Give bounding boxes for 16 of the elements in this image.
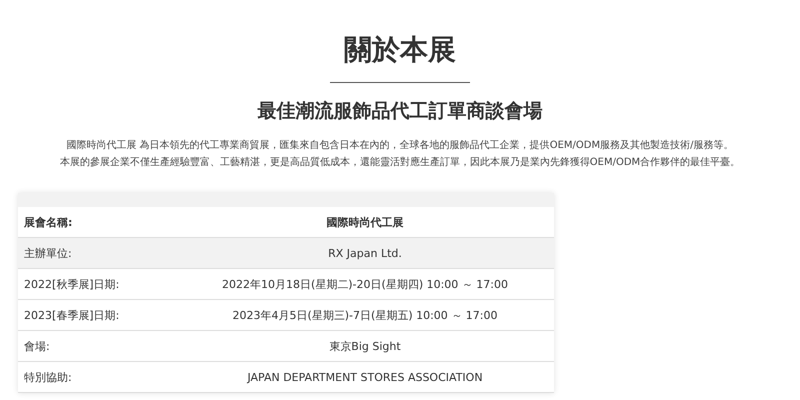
table-cell-text: 會場: bbox=[23, 338, 51, 354]
intro-text: 本展的參展企業不僅生產經驗豐富、工藝精湛，更是高品質低成本，還能靈活對應生產訂單，因此本展乃是業內先鋒獲得OEM/ODM合作夥伴的最佳平臺。 bbox=[60, 156, 740, 170]
table-cell-text: 2023[春季展]日期: bbox=[23, 308, 120, 322]
table-cell-text: 主辦單位: bbox=[23, 246, 73, 260]
table-cell-text: 東京Big Sight bbox=[328, 338, 402, 354]
section-subtitle: 最佳潮流服飾品代工訂單商談會場 bbox=[258, 99, 542, 123]
table-cell-text: 展會名稱: bbox=[23, 214, 74, 230]
table-cell-text: 2023年4月5日(星期三)-7日(星期五) 10:00 ～ 17:00 bbox=[231, 308, 498, 322]
table-cell-text: JAPAN DEPARTMENT STORES ASSOCIATION bbox=[246, 370, 484, 384]
page-title: 關於本展 bbox=[344, 32, 456, 68]
table-cell-text: 國際時尚代工展 bbox=[326, 214, 404, 230]
table-cell-text: 2022[秋季展]日期: bbox=[23, 276, 120, 292]
intro-text: 國際時尚代工展 為日本領先的代工專業商貿展，匯集來自包含日本在內的，全球各地的服飾品代工企業，提供OEM/ODM服務及其他製造技術/服務等。 bbox=[66, 138, 734, 153]
table-cell-text: 2022年10月18日(星期二)-20日(星期四) 10:00 ～ 17:00 bbox=[220, 276, 509, 292]
table-cell-text: RX Japan Ltd. bbox=[327, 246, 403, 260]
table-cell-text: 特別協助: bbox=[23, 370, 73, 384]
